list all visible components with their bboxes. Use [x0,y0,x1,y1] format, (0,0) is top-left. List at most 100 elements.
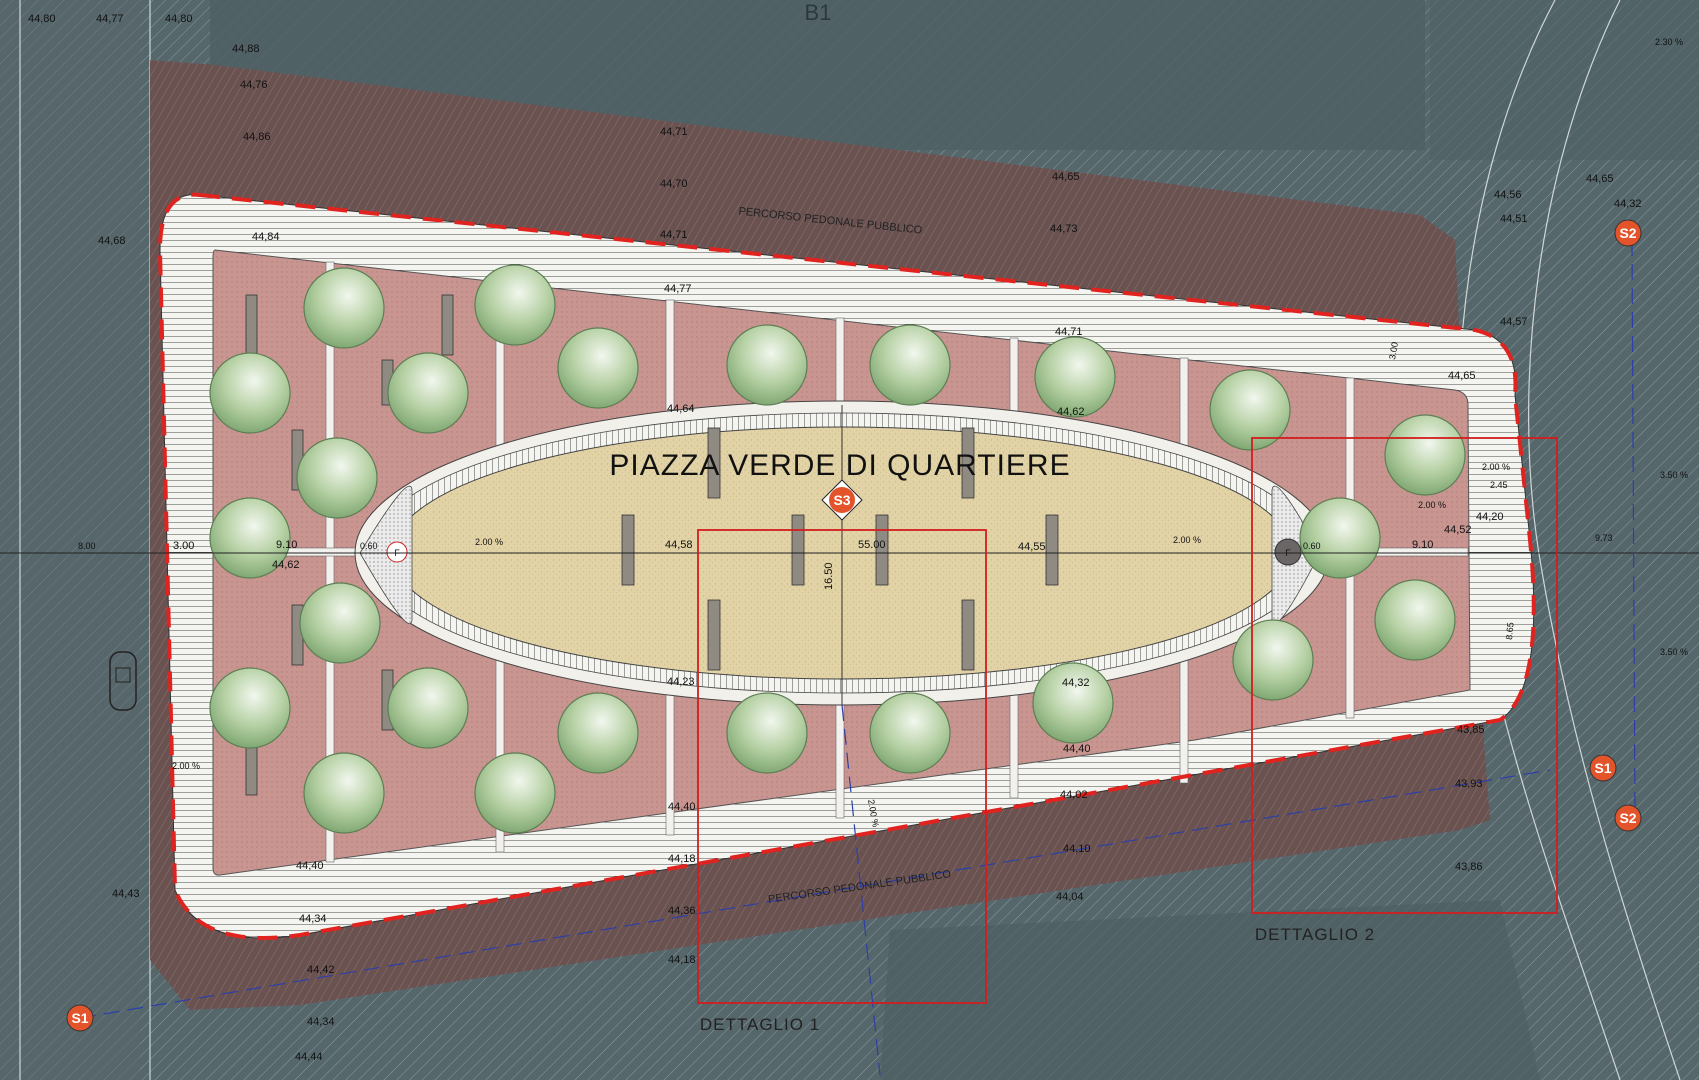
slope-label: 2.00 % [475,537,503,547]
elevation-label: 44,18 [668,853,696,865]
elevation-label: 44,62 [1057,406,1085,418]
tree [474,752,556,834]
elevation-label: 44,65 [1586,173,1614,185]
elevation-label: 44,02 [1060,789,1088,801]
elevation-label: 44,36 [668,905,696,917]
elevation-label: 44,65 [1052,171,1080,183]
tree [726,692,808,774]
elevation-label: 44,84 [252,231,280,243]
tree [869,692,951,774]
tree [303,267,385,349]
elevation-label: 44,40 [1063,743,1091,755]
elevation-label: 44,86 [243,131,271,143]
elevation-label: 44,71 [660,229,688,241]
elevation-label: 44,04 [1056,891,1084,903]
tree [1384,414,1466,496]
svg-text:S1: S1 [1594,760,1611,776]
slope-label: 3.50 % [1660,470,1688,480]
elevation-label: 43,86 [1455,861,1483,873]
elevation-label: 44,32 [1062,677,1090,689]
tree [209,667,291,749]
elevation-label: 44,44 [295,1051,323,1063]
tree [296,437,378,519]
elevation-label: 44,71 [1055,326,1083,338]
elevation-label: 44,68 [98,235,126,247]
elevation-label: 44,77 [96,13,124,25]
dim-small-1: 0.60 [360,541,378,551]
plan-title: PIAZZA VERDE DI QUARTIERE [609,449,1070,482]
dim-central-length: 55.00 [858,539,886,551]
elevation-label: 44,32 [1614,198,1642,210]
slope-label: 2.00 % [172,761,200,771]
section-marker-s2-bottom: S2 [1614,804,1642,832]
block-label: B1 [805,0,832,25]
elevation-label: 44,71 [660,126,688,138]
tree [1032,662,1114,744]
tree [726,324,808,406]
elevation-label: 44,42 [307,964,335,976]
elevation-label: 44,80 [165,13,193,25]
dim-right-offset: 9.73 [1595,533,1613,543]
tree [299,582,381,664]
tree [474,264,556,346]
elevation-label: 43,85 [1457,724,1485,736]
detail-2-label: DETTAGLIO 2 [1255,925,1375,944]
tree [209,352,291,434]
dim-angled: 2.45 [1490,480,1508,490]
elevation-label: 44,55 [1018,541,1046,553]
elevation-label: 44,73 [1050,223,1078,235]
dim-left-offset: 3.00 [173,540,194,552]
elevation-label: 44,34 [299,913,327,925]
elevation-label: 44,43 [112,888,140,900]
slope-label: 2.00 % [1173,535,1201,545]
elevation-label: 44,88 [232,43,260,55]
tree [1034,336,1116,418]
elevation-label: 44,34 [307,1016,335,1028]
tree [557,327,639,409]
svg-text:S3: S3 [833,492,850,508]
elevation-label: 44,51 [1500,213,1528,225]
elevation-label: 44,80 [28,13,56,25]
dim-side-9: 8.65 [1504,622,1515,640]
tree [557,692,639,774]
slope-label: 2.00 % [1418,500,1446,510]
dim-left-edge: 8.00 [78,541,96,551]
slope-label: 2.30 % [1655,37,1683,47]
tree [1232,619,1314,701]
elevation-label: 44,52 [1444,524,1472,536]
site-plan: F F PIAZZA VERDE DI QUARTIERE B1 PERCORS… [0,0,1699,1080]
elevation-label: 44,18 [668,954,696,966]
tree [387,667,469,749]
dim-right-width: 9.10 [1412,539,1433,551]
tree [1374,579,1456,661]
tree [387,352,469,434]
tree [869,324,951,406]
section-marker-s2-top: S2 [1614,219,1642,247]
svg-text:S1: S1 [71,1010,88,1026]
elevation-label: 44,20 [1476,511,1504,523]
elevation-label: 44,56 [1494,189,1522,201]
elevation-label: 44,40 [668,801,696,813]
tree [303,752,385,834]
slope-label: 2.00 % [1482,462,1510,472]
elevation-label: 44,70 [660,178,688,190]
slope-label: 3.50 % [1660,647,1688,657]
dim-left-width: 9.10 [276,539,297,551]
detail-1-label: DETTAGLIO 1 [700,1015,820,1034]
elevation-label: 44,57 [1500,316,1528,328]
tree [1299,497,1381,579]
elevation-label: 44,10 [1063,843,1091,855]
elevation-label: 44,23 [667,676,695,688]
elevation-label: 44,58 [665,539,693,551]
elevation-label: 44,64 [667,403,695,415]
dim-central-width: 16.50 [823,562,835,590]
elevation-label: 44,62 [272,559,300,571]
section-marker-s1-left: S1 [66,1004,94,1032]
svg-text:S2: S2 [1619,225,1636,241]
elevation-label: 44,76 [240,79,268,91]
section-marker-s1-right: S1 [1589,754,1617,782]
elevation-label: 44,40 [296,860,324,872]
elevation-label: 44,65 [1448,370,1476,382]
svg-text:S2: S2 [1619,810,1636,826]
dim-small-2: 0.60 [1303,541,1321,551]
